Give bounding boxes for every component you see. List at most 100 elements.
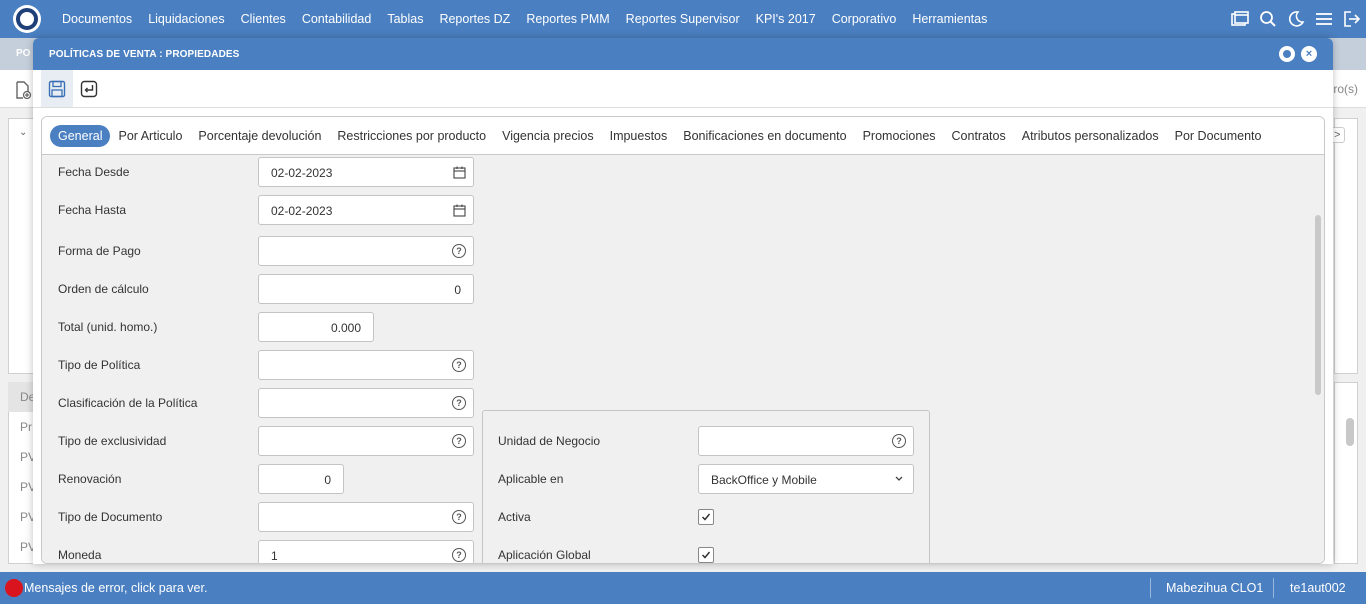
background-row[interactable]: PV — [8, 442, 36, 472]
nav-corporativo[interactable]: Corporativo — [824, 12, 905, 26]
background-row[interactable]: PV — [8, 502, 36, 532]
status-user: Mabezihua CLO1 — [1166, 581, 1264, 595]
tipo-politica-input[interactable]: ? — [258, 350, 474, 380]
nav-clientes[interactable]: Clientes — [233, 12, 294, 26]
field-tipo-exclusividad: Tipo de exclusividad ? — [42, 426, 482, 456]
aplicacion-global-checkbox[interactable] — [698, 547, 714, 563]
help-icon[interactable]: ? — [451, 357, 467, 373]
nav-contabilidad[interactable]: Contabilidad — [294, 12, 380, 26]
error-messages-link[interactable]: Mensajes de error, click para ver. — [24, 581, 207, 595]
tipo-exclusividad-input[interactable]: ? — [258, 426, 474, 456]
moneda-value: 1 — [271, 549, 278, 563]
nav-reportes-supervisor[interactable]: Reportes Supervisor — [618, 12, 748, 26]
field-activa: Activa — [483, 502, 923, 532]
field-tipo-politica: Tipo de Política ? — [42, 350, 482, 380]
activa-label: Activa — [498, 510, 531, 524]
calendar-icon[interactable] — [451, 164, 467, 180]
orden-calculo-value: 0 — [454, 283, 461, 297]
tab-por-articulo[interactable]: Por Articulo — [110, 125, 190, 147]
nav-kpis-2017[interactable]: KPI's 2017 — [748, 12, 824, 26]
tab-restricciones-producto[interactable]: Restricciones por producto — [329, 125, 494, 147]
tab-promociones[interactable]: Promociones — [855, 125, 944, 147]
windows-icon[interactable] — [1226, 0, 1254, 38]
forma-pago-input[interactable]: ? — [258, 236, 474, 266]
field-renovacion: Renovación 0 — [42, 464, 482, 494]
check-icon — [701, 513, 711, 521]
policy-properties-modal: POLÍTICAS DE VENTA : PROPIEDADES × Gener… — [33, 38, 1333, 564]
background-rows: De Pr PV PV PV PV — [8, 382, 36, 562]
total-homo-input[interactable]: 0.000 — [258, 312, 374, 342]
unidad-negocio-input[interactable]: ? — [698, 426, 914, 456]
help-icon[interactable]: ? — [451, 547, 467, 563]
menu-icon[interactable] — [1310, 0, 1338, 38]
orden-calculo-input[interactable]: 0 — [258, 274, 474, 304]
new-document-icon[interactable] — [14, 81, 32, 102]
tab-bonificaciones-documento[interactable]: Bonificaciones en documento — [675, 125, 854, 147]
search-icon[interactable] — [1254, 0, 1282, 38]
field-unidad-negocio: Unidad de Negocio ? — [483, 426, 923, 456]
save-button[interactable] — [41, 70, 73, 107]
tab-general[interactable]: General — [50, 124, 111, 147]
moneda-label: Moneda — [58, 548, 102, 562]
tab-atributos-personalizados[interactable]: Atributos personalizados — [1014, 125, 1167, 147]
background-scrollbar[interactable] — [1346, 418, 1354, 446]
help-icon[interactable]: ? — [451, 243, 467, 259]
activa-checkbox[interactable] — [698, 509, 714, 525]
dark-mode-moon-icon[interactable] — [1282, 0, 1310, 38]
error-indicator-icon[interactable] — [5, 579, 23, 597]
field-total-homo: Total (unid. homo.) 0.000 — [42, 312, 482, 342]
field-fecha-desde: Fecha Desde 02-02-2023 — [42, 157, 482, 187]
tab-impuestos[interactable]: Impuestos — [602, 125, 676, 147]
close-button[interactable]: × — [1301, 46, 1317, 62]
background-row[interactable]: PV — [8, 472, 36, 502]
chevron-down-icon[interactable]: ⌄ — [19, 127, 27, 138]
form-scrollbar[interactable] — [1315, 215, 1321, 395]
unidad-negocio-label: Unidad de Negocio — [498, 434, 601, 448]
background-left-panel: ⌄ — [8, 118, 34, 374]
modal-header: POLÍTICAS DE VENTA : PROPIEDADES × — [33, 38, 1333, 70]
field-moneda: Moneda 1 ? — [42, 540, 482, 563]
nav-documentos[interactable]: Documentos — [54, 12, 140, 26]
help-icon[interactable]: ? — [451, 433, 467, 449]
fecha-hasta-label: Fecha Hasta — [58, 203, 127, 217]
nav-tablas[interactable]: Tablas — [379, 12, 431, 26]
return-icon — [80, 80, 98, 97]
minimize-button[interactable] — [1279, 46, 1295, 62]
moneda-input[interactable]: 1 ? — [258, 540, 474, 563]
tab-contratos[interactable]: Contratos — [944, 125, 1014, 147]
nav-herramientas[interactable]: Herramientas — [904, 12, 995, 26]
background-right-list — [1334, 382, 1358, 564]
tab-por-documento[interactable]: Por Documento — [1167, 125, 1270, 147]
tipo-documento-input[interactable]: ? — [258, 502, 474, 532]
field-forma-pago: Forma de Pago ? — [42, 236, 482, 266]
fecha-hasta-input[interactable]: 02-02-2023 — [258, 195, 474, 225]
modal-title: POLÍTICAS DE VENTA : PROPIEDADES — [49, 48, 240, 60]
field-clasificacion: Clasificación de la Política ? — [42, 388, 482, 418]
nav-reportes-pmm[interactable]: Reportes PMM — [518, 12, 617, 26]
background-row[interactable]: PV — [8, 532, 36, 562]
nav-reportes-dz[interactable]: Reportes DZ — [431, 12, 518, 26]
tipo-documento-label: Tipo de Documento — [58, 510, 163, 524]
renovacion-input[interactable]: 0 — [258, 464, 344, 494]
check-icon — [701, 551, 711, 559]
calendar-icon[interactable] — [451, 202, 467, 218]
tab-porcentaje-devolucion[interactable]: Porcentaje devolución — [190, 125, 329, 147]
nav-liquidaciones[interactable]: Liquidaciones — [140, 12, 232, 26]
background-row[interactable]: Pr — [8, 412, 36, 442]
return-button[interactable] — [73, 70, 105, 107]
tab-bar: General Por Articulo Porcentaje devoluci… — [42, 117, 1324, 155]
total-homo-value: 0.000 — [330, 321, 361, 335]
tab-vigencia-precios[interactable]: Vigencia precios — [494, 125, 602, 147]
tipo-politica-label: Tipo de Política — [58, 358, 141, 372]
aplicable-en-select[interactable]: BackOffice y Mobile — [698, 464, 914, 494]
fecha-desde-input[interactable]: 02-02-2023 — [258, 157, 474, 187]
app-logo[interactable] — [13, 5, 41, 33]
clasificacion-input[interactable]: ? — [258, 388, 474, 418]
help-icon[interactable]: ? — [451, 509, 467, 525]
general-form: Fecha Desde 02-02-2023 Fecha Hasta 02-02… — [42, 155, 1324, 563]
help-icon[interactable]: ? — [891, 433, 907, 449]
help-icon[interactable]: ? — [451, 395, 467, 411]
background-record-count: ro(s) — [1333, 82, 1358, 96]
background-right-panel: > — [1329, 118, 1358, 374]
logout-icon[interactable] — [1338, 0, 1366, 38]
